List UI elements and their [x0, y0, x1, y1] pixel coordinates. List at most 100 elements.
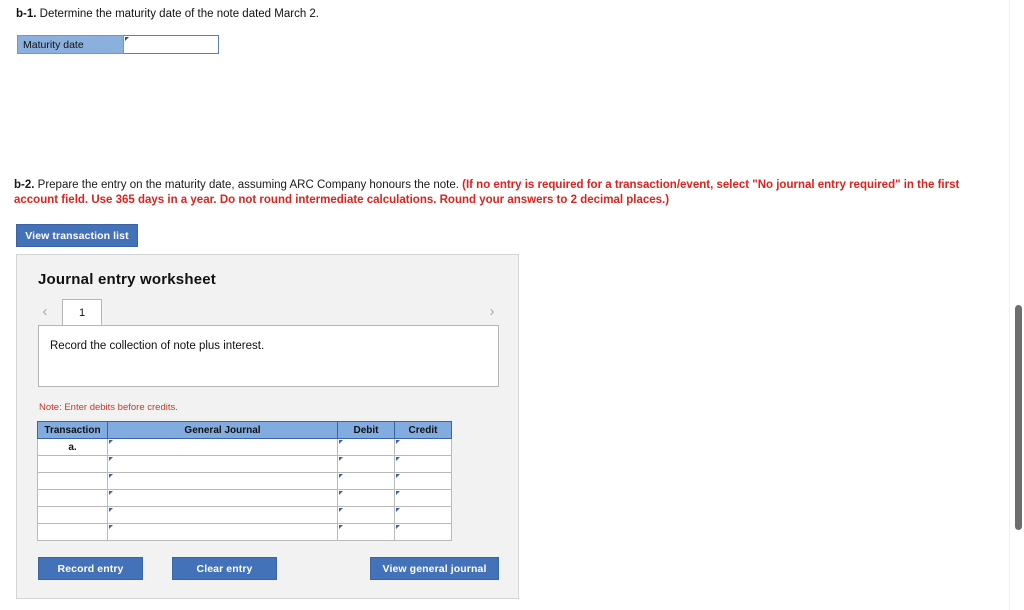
maturity-date-label: Maturity date: [17, 35, 124, 54]
transaction-cell: a.: [37, 438, 108, 456]
cell-corner-marker-icon: [109, 525, 113, 529]
question-b2-block: b-2. Prepare the entry on the maturity d…: [14, 178, 1004, 207]
table-row: [37, 472, 452, 490]
debit-input-cell[interactable]: [337, 438, 395, 456]
column-header-credit: Credit: [394, 421, 452, 439]
table-row: [37, 489, 452, 507]
journal-table-body: a.: [37, 438, 452, 541]
credit-input-cell[interactable]: [394, 506, 452, 524]
general-journal-input-cell[interactable]: [107, 506, 338, 524]
table-row: a.: [37, 438, 452, 456]
transaction-cell: [37, 523, 108, 541]
credit-input[interactable]: [395, 507, 451, 523]
credit-input-cell[interactable]: [394, 523, 452, 541]
debits-before-credits-note: Note: Enter debits before credits.: [39, 402, 178, 413]
entry-description-box: Record the collection of note plus inter…: [38, 325, 499, 387]
credit-input-cell[interactable]: [394, 438, 452, 456]
general-journal-input-cell[interactable]: [107, 472, 338, 490]
worksheet-title: Journal entry worksheet: [38, 271, 216, 288]
cell-corner-marker-icon: [109, 508, 113, 512]
maturity-date-input[interactable]: [124, 36, 218, 53]
cell-corner-marker-icon: [339, 525, 343, 529]
worksheet-tab-strip: ‹ 1 ›: [38, 299, 499, 326]
transaction-cell: [37, 489, 108, 507]
cell-corner-marker-icon: [396, 440, 400, 444]
maturity-date-input-cell[interactable]: [124, 35, 219, 54]
cell-corner-marker-icon: [339, 457, 343, 461]
transaction-cell: [37, 506, 108, 524]
question-b1-prompt: b-1. Determine the maturity date of the …: [16, 7, 976, 21]
general-journal-input[interactable]: [108, 439, 337, 455]
debit-input-cell[interactable]: [337, 489, 395, 507]
column-header-debit: Debit: [337, 421, 395, 439]
view-general-journal-button[interactable]: View general journal: [370, 557, 499, 580]
general-journal-input[interactable]: [108, 473, 337, 489]
clear-entry-button[interactable]: Clear entry: [172, 557, 277, 580]
question-b1-number: b-1.: [16, 8, 37, 20]
credit-input[interactable]: [395, 490, 451, 506]
view-transaction-list-button[interactable]: View transaction list: [16, 224, 138, 247]
cell-corner-marker-icon: [396, 491, 400, 495]
debit-input-cell[interactable]: [337, 455, 395, 473]
general-journal-input[interactable]: [108, 490, 337, 506]
general-journal-input[interactable]: [108, 524, 337, 540]
cell-corner-marker-icon: [109, 440, 113, 444]
debit-input[interactable]: [338, 473, 394, 489]
debit-input[interactable]: [338, 456, 394, 472]
column-header-transaction: Transaction: [37, 421, 108, 439]
column-header-general-journal: General Journal: [107, 421, 338, 439]
table-row: [37, 455, 452, 473]
credit-input[interactable]: [395, 524, 451, 540]
entry-description-text: Record the collection of note plus inter…: [50, 340, 265, 352]
journal-entry-worksheet-panel: Journal entry worksheet ‹ 1 › Record the…: [16, 254, 519, 599]
question-b1-block: b-1. Determine the maturity date of the …: [16, 7, 976, 21]
cell-corner-marker-icon: [109, 474, 113, 478]
credit-input-cell[interactable]: [394, 455, 452, 473]
cell-corner-marker-icon: [339, 474, 343, 478]
debit-input-cell[interactable]: [337, 523, 395, 541]
table-header-row: Transaction General Journal Debit Credit: [37, 421, 452, 439]
previous-tab-chevron-icon[interactable]: ‹: [38, 304, 52, 320]
general-journal-input-cell[interactable]: [107, 489, 338, 507]
record-entry-button[interactable]: Record entry: [38, 557, 143, 580]
general-journal-input-cell[interactable]: [107, 523, 338, 541]
debit-input-cell[interactable]: [337, 472, 395, 490]
cell-corner-marker-icon: [125, 37, 129, 41]
credit-input[interactable]: [395, 473, 451, 489]
general-journal-input[interactable]: [108, 456, 337, 472]
debit-input[interactable]: [338, 490, 394, 506]
debit-input[interactable]: [338, 507, 394, 523]
page-scrollbar-track[interactable]: [1010, 0, 1024, 610]
cell-corner-marker-icon: [339, 440, 343, 444]
question-b1-text: Determine the maturity date of the note …: [39, 8, 320, 20]
credit-input-cell[interactable]: [394, 472, 452, 490]
debit-input-cell[interactable]: [337, 506, 395, 524]
cell-corner-marker-icon: [396, 508, 400, 512]
debit-input[interactable]: [338, 524, 394, 540]
cell-corner-marker-icon: [396, 525, 400, 529]
general-journal-input-cell[interactable]: [107, 438, 338, 456]
next-tab-chevron-icon[interactable]: ›: [485, 304, 499, 320]
general-journal-input[interactable]: [108, 507, 337, 523]
maturity-date-row: Maturity date: [17, 35, 219, 54]
transaction-cell: [37, 472, 108, 490]
cell-corner-marker-icon: [109, 457, 113, 461]
question-b2-number: b-2.: [14, 179, 35, 191]
debit-input[interactable]: [338, 439, 394, 455]
journal-entry-table: Transaction General Journal Debit Credit…: [37, 421, 452, 541]
cell-corner-marker-icon: [396, 457, 400, 461]
transaction-cell: [37, 455, 108, 473]
page-scrollbar-thumb[interactable]: [1015, 305, 1022, 530]
cell-corner-marker-icon: [339, 508, 343, 512]
table-row: [37, 523, 452, 541]
table-row: [37, 506, 452, 524]
cell-corner-marker-icon: [109, 491, 113, 495]
credit-input[interactable]: [395, 439, 451, 455]
question-b2-text: Prepare the entry on the maturity date, …: [37, 179, 459, 191]
credit-input-cell[interactable]: [394, 489, 452, 507]
general-journal-input-cell[interactable]: [107, 455, 338, 473]
page-content-area: b-1. Determine the maturity date of the …: [0, 0, 1010, 610]
worksheet-tab-1[interactable]: 1: [62, 299, 102, 326]
credit-input[interactable]: [395, 456, 451, 472]
cell-corner-marker-icon: [396, 474, 400, 478]
